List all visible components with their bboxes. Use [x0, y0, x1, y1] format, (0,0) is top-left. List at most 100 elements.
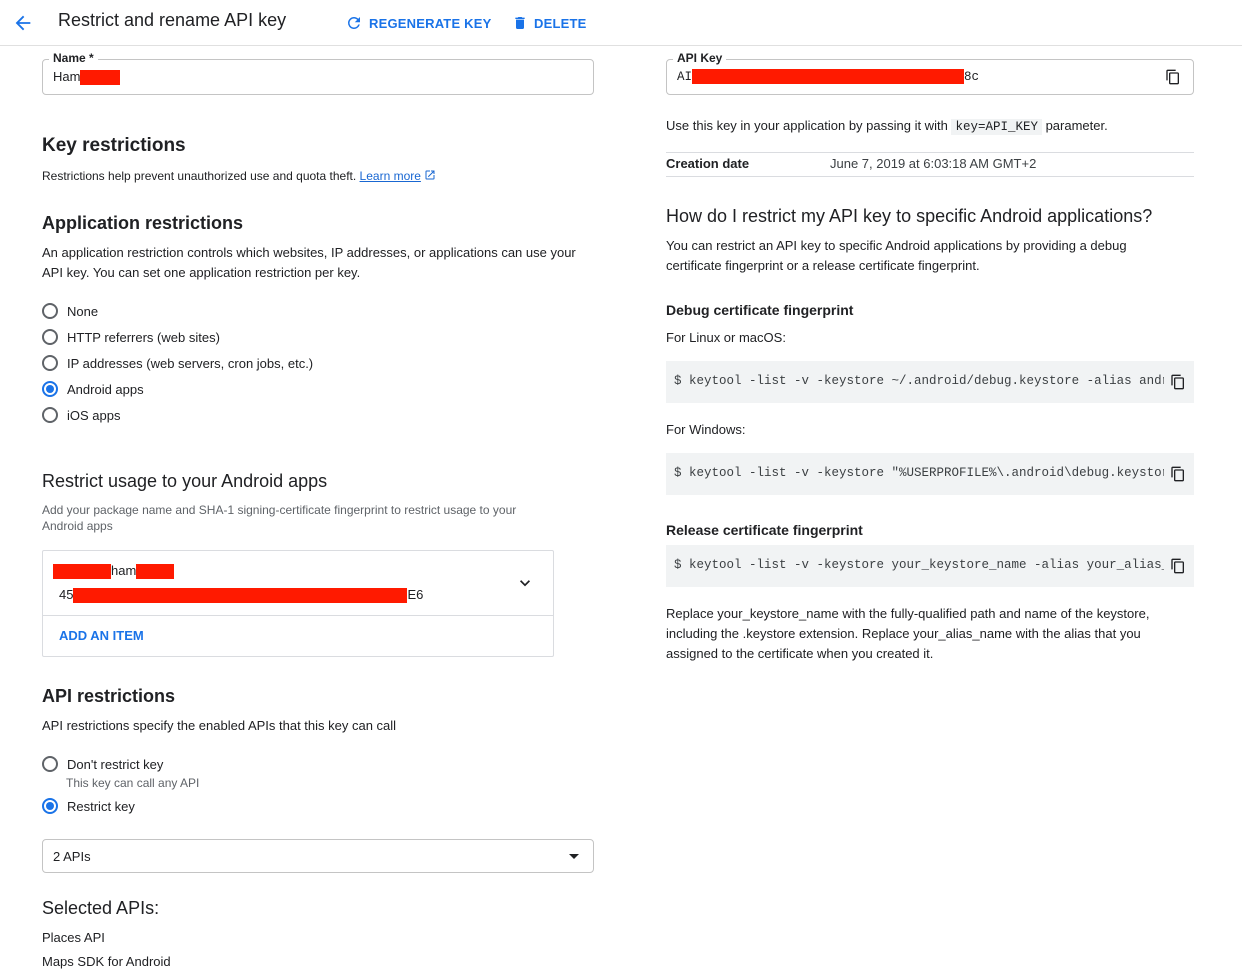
key-restrictions-heading: Key restrictions [42, 135, 186, 156]
package-name: ham [53, 561, 175, 581]
learn-more-text: Learn more [359, 169, 421, 183]
name-field-label: Name * [49, 51, 98, 65]
api-key-label: API Key [673, 51, 727, 65]
creation-date-value: June 7, 2019 at 6:03:18 AM GMT+2 [830, 156, 1037, 171]
redaction-mark [692, 69, 965, 84]
page-header: Restrict and rename API key REGENERATE K… [0, 0, 1242, 46]
add-item-button[interactable]: ADD AN ITEM [59, 628, 144, 643]
key-restrictions-description: Restrictions help prevent unauthorized u… [42, 168, 436, 184]
radio-circle-selected [42, 798, 58, 814]
learn-more-link[interactable]: Learn more [360, 169, 421, 183]
api-restrictions-heading: API restrictions [42, 686, 176, 706]
copy-icon[interactable] [1170, 465, 1186, 483]
application-restrictions-desc-2: API key. You can set one application res… [42, 265, 361, 280]
release-heading: Release certificate fingerprint [666, 522, 863, 538]
api-key-value: AI 8c [677, 69, 979, 84]
redaction-mark [73, 588, 408, 604]
radio-ios-apps-label: iOS apps [67, 407, 121, 423]
application-restrictions-desc-1: An application restriction controls whic… [42, 245, 576, 260]
radio-circle [42, 355, 58, 371]
api-select-dropdown[interactable]: 2 APIs [42, 839, 594, 873]
android-apps-desc-1: Add your package name and SHA-1 signing-… [42, 503, 517, 517]
key-restrictions-text: Restrictions help prevent unauthorized u… [42, 169, 357, 183]
radio-http-referrers[interactable]: HTTP referrers (web sites) [42, 329, 220, 345]
usage-code: key=API_KEY [951, 119, 1042, 135]
application-restrictions-heading: Application restrictions [42, 213, 244, 233]
api-restrictions-desc: API restrictions specify the enabled API… [42, 718, 397, 733]
fingerprint: 45 E6 [59, 585, 423, 605]
radio-android-apps[interactable]: Android apps [42, 381, 144, 397]
radio-android-apps-label: Android apps [67, 381, 144, 397]
redaction-mark [53, 564, 111, 580]
fingerprint-suffix: E6 [407, 587, 424, 602]
android-app-item[interactable]: ham 45 E6 [43, 551, 553, 615]
usage-text-before: Use this key in your application by pass… [666, 118, 948, 133]
refresh-icon [347, 16, 360, 29]
trash-icon [515, 17, 525, 29]
api-key-field[interactable]: API Key AI 8c [666, 51, 1194, 95]
radio-dont-restrict-label: Don't restrict key [67, 756, 164, 772]
help-note-3: assigned to the certificate when you cre… [666, 646, 934, 661]
radio-circle [42, 407, 58, 423]
delete-label: DELETE [534, 15, 587, 31]
chevron-down-icon[interactable] [515, 573, 535, 593]
add-item-label: ADD AN ITEM [59, 628, 144, 643]
debug-heading: Debug certificate fingerprint [666, 302, 854, 318]
arrow-back-icon[interactable] [12, 12, 34, 34]
api-key-usage: Use this key in your application by pass… [666, 116, 1108, 137]
copy-icon[interactable] [1170, 557, 1186, 575]
api-key-suffix: 8c [964, 69, 980, 84]
divider [666, 152, 1194, 153]
api-select-value: 2 APIs [53, 849, 91, 864]
api-key-prefix: AI [677, 69, 693, 84]
radio-ip-addresses[interactable]: IP addresses (web servers, cron jobs, et… [42, 355, 313, 371]
name-value-text: Ham [53, 69, 81, 84]
radio-none-label: None [67, 303, 99, 319]
windows-command: $ keytool -list -v -keystore "%USERPROFI… [674, 466, 1164, 480]
radio-circle [42, 303, 58, 319]
selected-apis-heading: Selected APIs: [42, 898, 160, 918]
copy-icon[interactable] [1170, 373, 1186, 391]
help-note-2: including the .keystore extension. Repla… [666, 626, 1141, 641]
divider [666, 176, 1194, 177]
radio-http-referrers-label: HTTP referrers (web sites) [67, 329, 220, 345]
usage-text-after: parameter. [1045, 118, 1108, 133]
radio-circle-selected [42, 381, 58, 397]
dont-restrict-hint: This key can call any API [66, 776, 200, 790]
radio-dont-restrict[interactable]: Don't restrict key [42, 756, 163, 772]
package-name-text: ham [111, 563, 137, 578]
copy-icon[interactable] [1165, 68, 1181, 86]
creation-date-label: Creation date [666, 156, 750, 171]
redaction-mark [80, 70, 121, 86]
radio-ip-addresses-label: IP addresses (web servers, cron jobs, et… [67, 355, 314, 371]
name-field-value: Ham [53, 69, 121, 86]
help-intro-1: You can restrict an API key to specific … [666, 238, 1127, 253]
radio-restrict-key[interactable]: Restrict key [42, 798, 135, 814]
android-apps-desc-2: Android apps [42, 519, 113, 533]
help-heading: How do I restrict my API key to specific… [666, 206, 1153, 226]
radio-ios-apps[interactable]: iOS apps [42, 407, 120, 423]
caret-down-icon [569, 854, 579, 859]
page-title: Restrict and rename API key [58, 10, 287, 30]
windows-command-block: $ keytool -list -v -keystore "%USERPROFI… [666, 453, 1194, 495]
linux-command-block: $ keytool -list -v -keystore ~/.android/… [666, 361, 1194, 403]
regenerate-key-label: REGENERATE KEY [369, 15, 492, 31]
radio-circle [42, 756, 58, 772]
delete-button[interactable]: DELETE [512, 12, 586, 34]
radio-circle [42, 329, 58, 345]
help-intro-2: certificate fingerprint or a release cer… [666, 258, 980, 273]
radio-restrict-key-label: Restrict key [67, 798, 135, 814]
external-link-icon [425, 170, 435, 180]
selected-api-item: Places API [42, 930, 105, 945]
android-apps-card: ham 45 E6 ADD AN ITEM [42, 550, 554, 657]
android-apps-heading: Restrict usage to your Android apps [42, 471, 328, 491]
radio-none[interactable]: None [42, 303, 98, 319]
windows-label: For Windows: [666, 422, 746, 437]
release-command: $ keytool -list -v -keystore your_keysto… [674, 558, 1164, 572]
name-field[interactable]: Name * Ham [42, 51, 594, 95]
linux-label: For Linux or macOS: [666, 330, 786, 345]
redaction-mark [136, 564, 175, 580]
card-divider [43, 615, 553, 616]
regenerate-key-button[interactable]: REGENERATE KEY [345, 12, 491, 34]
release-command-block: $ keytool -list -v -keystore your_keysto… [666, 545, 1194, 587]
